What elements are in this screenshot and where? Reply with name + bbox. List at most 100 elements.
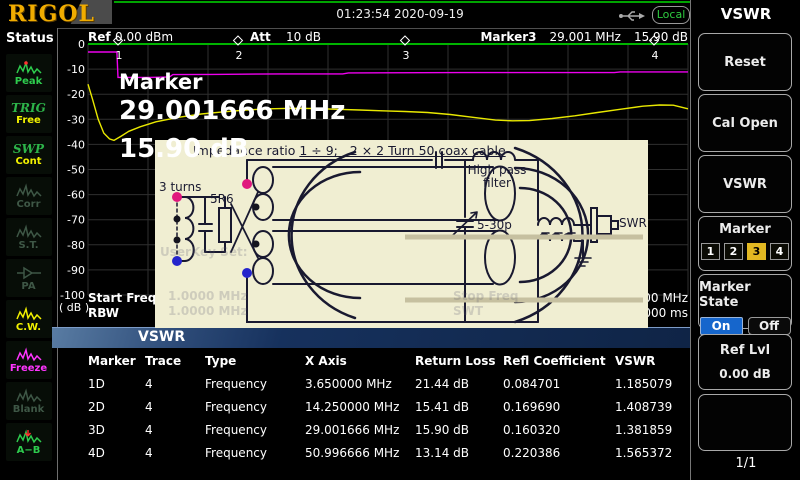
rbw-label: RBW (88, 306, 119, 320)
status-label: Peak (15, 76, 43, 87)
svg-text:-40: -40 (67, 138, 85, 151)
status-label: Corr (16, 199, 40, 210)
marker-key-3[interactable]: 3 (747, 243, 766, 260)
svg-text:-20: -20 (67, 88, 85, 101)
waveform-peak-icon (16, 60, 42, 76)
col-header: Trace (145, 350, 205, 373)
col-header: X Axis (305, 350, 415, 373)
ghost-rbw-value: 1.0000 MHz (168, 304, 247, 318)
status-label: Cont (15, 156, 41, 167)
swr-port-label: SWR (619, 216, 647, 230)
page-indicator: 1/1 (691, 456, 800, 471)
table-cell: 21.44 dB (415, 373, 503, 396)
marker-state-on[interactable]: On (700, 317, 743, 335)
marker-readout-level: 15.90 dB (634, 30, 688, 44)
svg-text:-90: -90 (67, 264, 85, 277)
turns-label: 3 turns (159, 180, 201, 194)
status-header: Status (6, 31, 54, 46)
ref-lvl-button[interactable]: Ref Lvl 0.00 dB (698, 334, 792, 390)
reset-button-label: Reset (724, 55, 766, 70)
marker-key-2[interactable]: 2 (724, 243, 743, 260)
vswr-banner: VSWR (52, 327, 690, 348)
clock: 01:23:54 2020-09-19 (250, 7, 550, 21)
brand-text: RIGOL (8, 1, 95, 27)
top-green-line (114, 1, 690, 3)
marker-state-off[interactable]: Off (748, 317, 791, 335)
table-cell: 1.408739 (615, 396, 690, 419)
rigol-logo: RIGOL (0, 0, 112, 28)
svg-text:3: 3 (403, 49, 410, 62)
status-item-st: S.T. (6, 218, 52, 256)
big-marker-level: 15.90 dB (119, 134, 249, 164)
svg-text:4: 4 (652, 49, 659, 62)
svg-text:2: 2 (236, 49, 243, 62)
svg-text:-10: -10 (67, 63, 85, 76)
svg-text:-30: -30 (67, 113, 85, 126)
table-cell: 4 (145, 442, 205, 465)
status-item-cw: C.W. (6, 300, 52, 338)
marker-key-4[interactable]: 4 (770, 243, 789, 260)
table-cell: 2D (88, 396, 145, 419)
marker-key-1[interactable]: 1 (701, 243, 720, 260)
big-marker-freq: 29.001666 MHz (119, 96, 345, 126)
status-label: C.W. (16, 322, 41, 333)
usb-icon (618, 9, 646, 23)
waveform-cw-icon (16, 306, 42, 322)
marker-state-label: Marker State (699, 280, 791, 310)
table-cell: 4 (145, 419, 205, 442)
resistor-label: 5R6 (210, 192, 234, 206)
att-value: 10 dB (286, 30, 321, 44)
table-cell: 3.650000 MHz (305, 373, 415, 396)
table-cell: 1D (88, 373, 145, 396)
marker-key-row: 1 2 3 4 (701, 243, 789, 260)
status-panel: Status Peak TRIG Free SWP Cont Corr S.T. (0, 28, 58, 480)
amplifier-icon (16, 265, 42, 281)
ref-lvl-label: Ref Lvl (720, 343, 770, 358)
table-cell: 0.084701 (503, 373, 615, 396)
ref-lvl-value: 0.00 dB (719, 367, 771, 381)
table-cell: 0.220386 (503, 442, 615, 465)
col-header: Marker (88, 350, 145, 373)
variable-cap-label: 5-30p (477, 218, 512, 232)
status-item-swp: SWP Cont (6, 136, 52, 174)
blank-softkey (698, 394, 792, 451)
marker-select-label: Marker (719, 222, 771, 237)
swp-text-icon: SWP (13, 143, 44, 156)
status-label: PA (21, 281, 35, 292)
table-cell: Frequency (205, 373, 305, 396)
marker-readout-name: Marker3 (480, 30, 536, 44)
reset-button[interactable]: Reset (698, 33, 792, 91)
table-cell: 15.41 dB (415, 396, 503, 419)
plot-header-row: Ref 0.00 dBm Att 10 dB Marker3 29.001 MH… (58, 30, 690, 44)
menu-title: VSWR (691, 5, 800, 23)
status-label: Blank (13, 404, 45, 415)
local-badge: Local (652, 6, 690, 24)
table-cell: 13.14 dB (415, 442, 503, 465)
high-pass-filter-label: High pass filter (465, 164, 529, 190)
cal-open-button-label: Cal Open (712, 116, 778, 131)
on-off-row: On Off (700, 317, 791, 335)
table-cell: 14.250000 MHz (305, 396, 415, 419)
cal-open-button[interactable]: Cal Open (698, 94, 792, 152)
table-cell: 1.185079 (615, 373, 690, 396)
table-cell: 3D (88, 419, 145, 442)
waveform-st-icon (16, 224, 42, 240)
marker-readout: Marker3 29.001 MHz 15.90 dB (480, 30, 688, 44)
vswr-button[interactable]: VSWR (698, 155, 792, 213)
table-cell: 4 (145, 373, 205, 396)
table-cell: Frequency (205, 419, 305, 442)
table-cell: Frequency (205, 442, 305, 465)
marker-table: Marker Trace Type X Axis Return Loss Ref… (88, 350, 690, 465)
waveform-blank-icon (16, 388, 42, 404)
svg-text:-50: -50 (67, 164, 85, 177)
status-label: A−B (17, 445, 41, 456)
status-item-freeze: Freeze (6, 341, 52, 379)
svg-text:-60: -60 (67, 189, 85, 202)
marker-state-button[interactable]: Marker State On Off (698, 274, 792, 329)
table-cell: 0.160320 (503, 419, 615, 442)
waveform-corr-icon (16, 183, 42, 199)
marker-select-button[interactable]: Marker 1 2 3 4 (698, 216, 792, 271)
ghost-userkey-text: UserKey Set: (160, 245, 248, 259)
status-label: S.T. (18, 240, 38, 251)
status-label: Free (16, 115, 41, 126)
